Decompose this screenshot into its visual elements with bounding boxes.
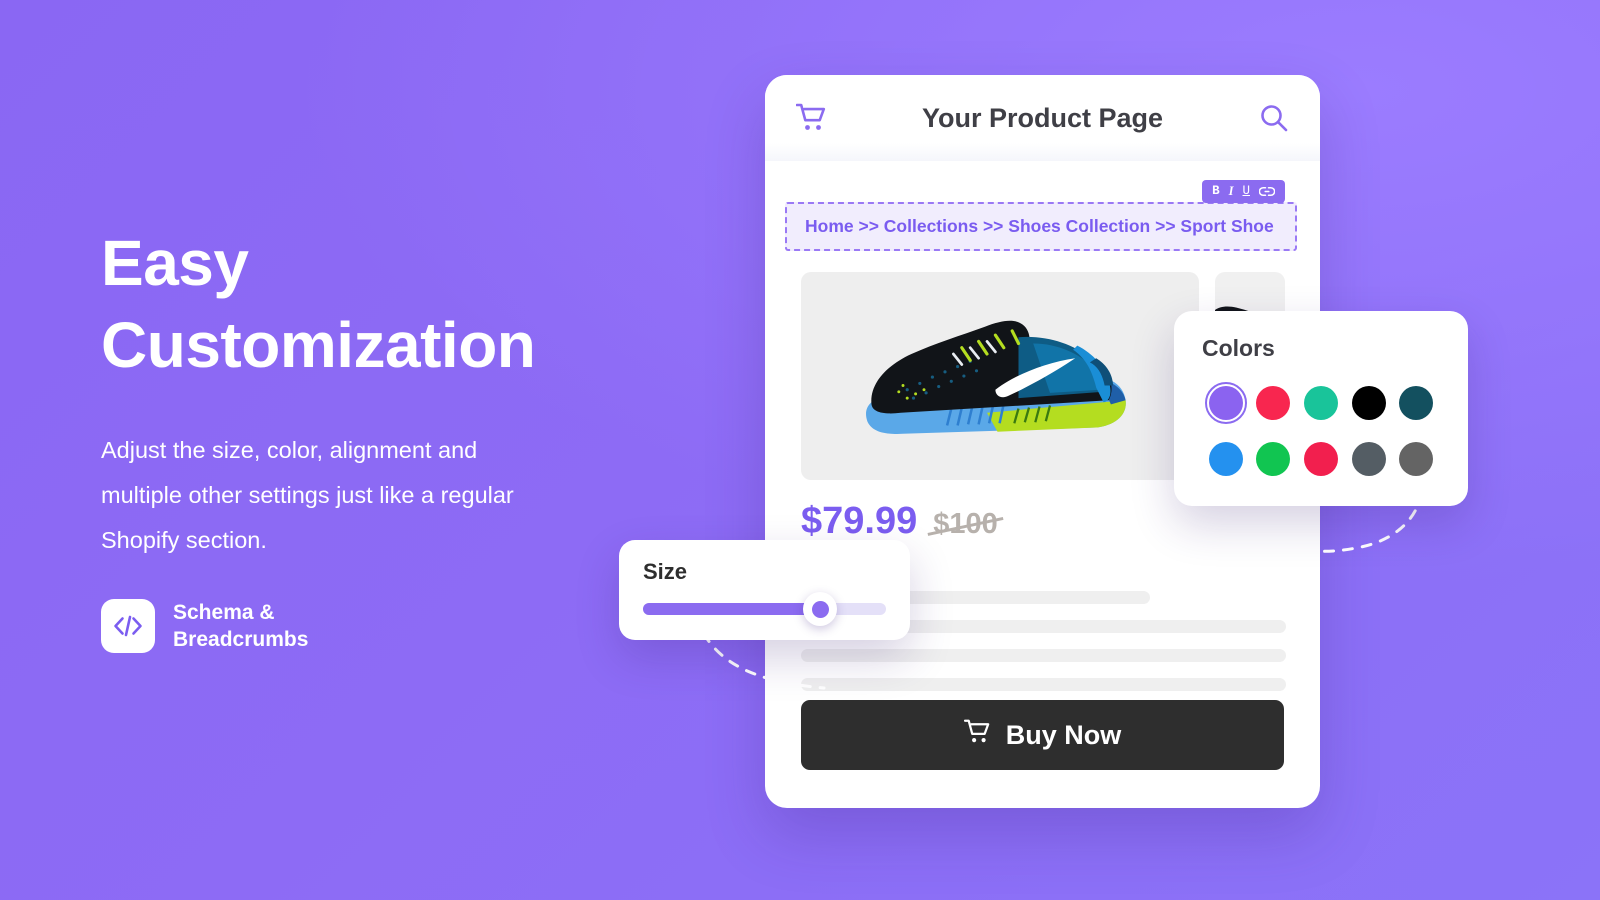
size-panel-title: Size bbox=[643, 559, 688, 584]
color-swatch-dot bbox=[1208, 442, 1243, 476]
color-swatch-dot bbox=[1351, 386, 1386, 420]
color-swatch-dot bbox=[1303, 442, 1338, 476]
buy-now-label: Buy Now bbox=[1005, 719, 1122, 750]
product-card-header: Your Product Page bbox=[765, 75, 1320, 161]
color-swatch-dot bbox=[1256, 442, 1291, 476]
placeholder-line bbox=[801, 649, 1286, 662]
current-price: $79.99 bbox=[801, 500, 918, 542]
color-swatch-red[interactable] bbox=[1300, 438, 1342, 480]
product-main-image[interactable] bbox=[801, 272, 1199, 480]
promotional-banner: Easy Customization Adjust the size, colo… bbox=[0, 0, 1600, 900]
size-slider[interactable] bbox=[643, 592, 886, 626]
color-swatch-dot bbox=[1208, 386, 1243, 420]
shopping-cart-icon bbox=[963, 719, 992, 751]
color-swatch-grid bbox=[1202, 382, 1440, 480]
color-swatch-black[interactable] bbox=[1348, 382, 1390, 424]
link-icon[interactable] bbox=[1259, 186, 1275, 197]
color-swatch-purple[interactable] bbox=[1204, 382, 1247, 424]
size-slider-fill bbox=[643, 603, 821, 615]
color-swatch-gray[interactable] bbox=[1395, 438, 1437, 480]
buy-now-button[interactable]: Buy Now bbox=[801, 700, 1284, 770]
feature-badge: Schema & Breadcrumbs bbox=[101, 599, 308, 653]
code-icon bbox=[101, 599, 155, 653]
color-swatch-dark-teal[interactable] bbox=[1395, 382, 1437, 424]
hero-copy: Easy Customization Adjust the size, colo… bbox=[101, 222, 661, 563]
original-price: $100 bbox=[933, 508, 998, 540]
color-swatch-crimson[interactable] bbox=[1252, 382, 1294, 424]
price-row: $79.99 $100 bbox=[801, 500, 998, 543]
color-swatch-dot bbox=[1256, 386, 1291, 420]
underline-button[interactable]: U bbox=[1242, 185, 1250, 198]
bold-button[interactable]: B bbox=[1212, 185, 1220, 198]
color-swatch-slate-gray[interactable] bbox=[1348, 438, 1390, 480]
colors-panel: Colors bbox=[1174, 311, 1468, 506]
placeholder-line bbox=[801, 678, 1286, 691]
color-swatch-dot bbox=[1303, 386, 1338, 420]
breadcrumb[interactable]: Home >> Collections >> Shoes Collection … bbox=[785, 202, 1297, 251]
color-swatch-teal-green[interactable] bbox=[1300, 382, 1342, 424]
color-swatch-dot bbox=[1351, 442, 1386, 476]
product-page-title: Your Product Page bbox=[921, 102, 1164, 133]
color-swatch-blue[interactable] bbox=[1205, 438, 1247, 480]
feature-badge-label: Schema & Breadcrumbs bbox=[173, 601, 309, 651]
color-swatch-dot bbox=[1399, 386, 1434, 420]
hero-description: Adjust the size, color, alignment and mu… bbox=[101, 437, 514, 553]
page-title: Easy Customization bbox=[101, 227, 536, 381]
color-swatch-dot bbox=[1399, 442, 1434, 476]
breadcrumb-section: B I U Home >> Collections >> Shoes Colle… bbox=[785, 180, 1297, 251]
colors-panel-title: Colors bbox=[1202, 335, 1275, 361]
search-icon[interactable] bbox=[1259, 103, 1289, 138]
italic-button[interactable]: I bbox=[1229, 185, 1234, 198]
size-slider-handle[interactable] bbox=[803, 592, 838, 626]
color-swatch-green[interactable] bbox=[1252, 438, 1294, 480]
size-panel: Size bbox=[619, 540, 910, 640]
rich-text-toolbar[interactable]: B I U bbox=[1202, 180, 1285, 203]
